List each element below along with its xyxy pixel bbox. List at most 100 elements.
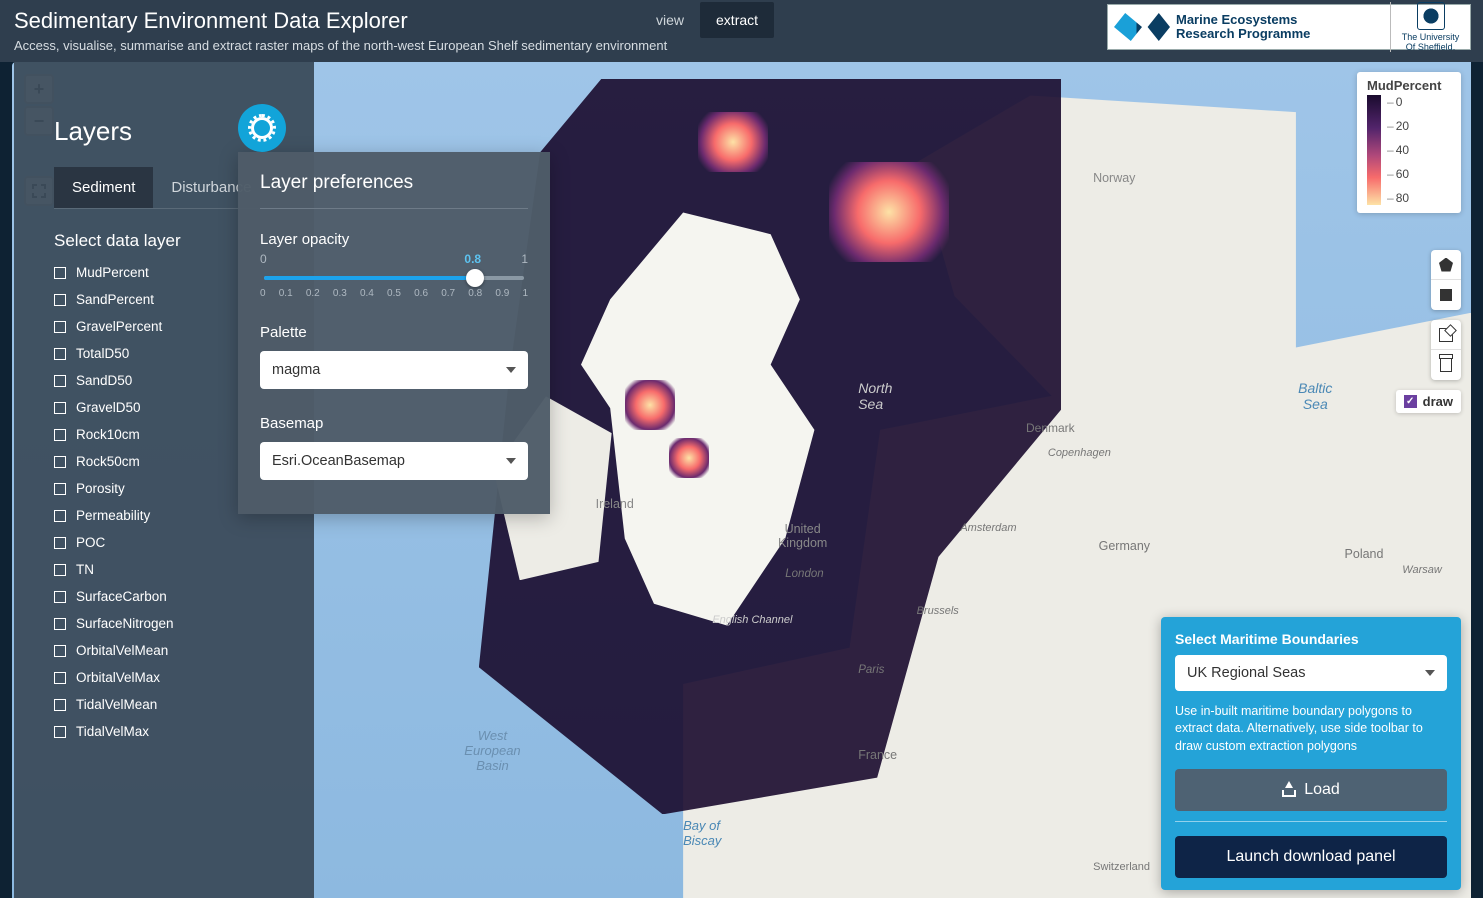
extract-title: Select Maritime Boundaries xyxy=(1175,631,1447,647)
layer-preferences-button[interactable] xyxy=(238,104,286,152)
opacity-max: 1 xyxy=(521,252,528,266)
checkbox-icon xyxy=(54,564,66,576)
polygon-icon xyxy=(1439,258,1453,272)
color-legend: MudPercent 020406080 xyxy=(1357,72,1461,213)
opacity-slider[interactable]: 0 0.8 1 00.10.20.30.40.50.60.70.80.91 xyxy=(260,258,528,306)
checkbox-checked-icon: ✓ xyxy=(1404,395,1417,408)
layer-label: Permeability xyxy=(76,508,150,523)
draw-polygon-button[interactable] xyxy=(1431,250,1461,280)
extract-hint: Use in-built maritime boundary polygons … xyxy=(1175,703,1447,756)
checkbox-icon xyxy=(54,618,66,630)
layer-label: SurfaceNitrogen xyxy=(76,616,174,631)
launch-label: Launch download panel xyxy=(1226,848,1395,866)
caret-down-icon xyxy=(506,458,516,464)
caret-down-icon xyxy=(506,367,516,373)
sheffield-logo: The UniversityOf Sheffield. xyxy=(1390,2,1464,52)
layer-label: TidalVelMax xyxy=(76,724,149,739)
palette-label: Palette xyxy=(260,324,528,341)
sheffield-crest-icon xyxy=(1417,2,1445,30)
tab-sediment[interactable]: Sediment xyxy=(54,167,153,208)
boundary-select[interactable]: UK Regional Seas xyxy=(1175,655,1447,691)
legend-title: MudPercent xyxy=(1367,78,1451,93)
launch-download-button[interactable]: Launch download panel xyxy=(1175,836,1447,878)
trash-icon xyxy=(1440,358,1452,372)
edit-shapes-button[interactable] xyxy=(1431,320,1461,350)
layer-label: GravelPercent xyxy=(76,319,162,334)
palette-value: magma xyxy=(272,362,320,378)
checkbox-icon xyxy=(54,402,66,414)
layer-preferences-panel: Layer preferences Layer opacity 0 0.8 1 … xyxy=(238,152,550,514)
opacity-label: Layer opacity xyxy=(260,231,528,248)
layer-label: Porosity xyxy=(76,481,125,496)
layer-option-tn[interactable]: TN xyxy=(54,562,296,577)
layer-label: OrbitalVelMean xyxy=(76,643,168,658)
legend-color-ramp xyxy=(1367,95,1381,205)
checkbox-icon xyxy=(54,726,66,738)
basemap-select[interactable]: Esri.OceanBasemap xyxy=(260,442,528,480)
checkbox-icon xyxy=(54,537,66,549)
legend-tick: 0 xyxy=(1387,95,1409,109)
layer-label: Rock50cm xyxy=(76,454,140,469)
legend-tick: 40 xyxy=(1387,143,1409,157)
layer-option-tidalvelmax[interactable]: TidalVelMax xyxy=(54,724,296,739)
opacity-slider-thumb[interactable] xyxy=(466,269,484,287)
layer-label: TN xyxy=(76,562,94,577)
checkbox-icon xyxy=(54,348,66,360)
layer-option-tidalvelmean[interactable]: TidalVelMean xyxy=(54,697,296,712)
layer-label: TidalVelMean xyxy=(76,697,157,712)
checkbox-icon xyxy=(54,375,66,387)
checkbox-icon xyxy=(54,591,66,603)
nav-extract[interactable]: extract xyxy=(700,2,774,38)
layer-option-surfacenitrogen[interactable]: SurfaceNitrogen xyxy=(54,616,296,631)
layer-option-surfacecarbon[interactable]: SurfaceCarbon xyxy=(54,589,296,604)
top-nav: view extract xyxy=(640,0,774,40)
layer-option-orbitalvelmean[interactable]: OrbitalVelMean xyxy=(54,643,296,658)
checkbox-icon xyxy=(54,672,66,684)
layer-label: POC xyxy=(76,535,105,550)
draw-toolbar: ✓ draw xyxy=(1396,250,1461,413)
layer-option-poc[interactable]: POC xyxy=(54,535,296,550)
edit-icon xyxy=(1439,328,1453,342)
app-title: Sedimentary Environment Data Explorer xyxy=(14,8,667,34)
checkbox-icon xyxy=(54,483,66,495)
checkbox-icon xyxy=(54,429,66,441)
nav-view[interactable]: view xyxy=(640,2,700,38)
prefs-title: Layer preferences xyxy=(260,172,528,194)
merp-logo-mark xyxy=(1114,13,1170,41)
checkbox-icon xyxy=(54,510,66,522)
checkbox-icon xyxy=(54,699,66,711)
app-subtitle: Access, visualise, summarise and extract… xyxy=(14,38,667,53)
layer-label: TotalD50 xyxy=(76,346,129,361)
layer-label: SandD50 xyxy=(76,373,132,388)
load-label: Load xyxy=(1304,781,1340,799)
draw-layer-toggle[interactable]: ✓ draw xyxy=(1396,390,1461,413)
layer-label: SurfaceCarbon xyxy=(76,589,167,604)
legend-tick: 80 xyxy=(1387,191,1409,205)
opacity-min: 0 xyxy=(260,252,267,266)
layer-label: SandPercent xyxy=(76,292,154,307)
checkbox-icon xyxy=(54,321,66,333)
layer-label: Rock10cm xyxy=(76,427,140,442)
partner-logos: Marine Ecosystems Research Programme The… xyxy=(1107,4,1471,50)
merp-logo-line2: Research Programme xyxy=(1176,27,1310,41)
square-icon xyxy=(1440,289,1452,301)
checkbox-icon xyxy=(54,645,66,657)
checkbox-icon xyxy=(54,456,66,468)
upload-icon xyxy=(1282,783,1296,797)
boundary-value: UK Regional Seas xyxy=(1187,665,1306,681)
extract-panel: Select Maritime Boundaries UK Regional S… xyxy=(1161,617,1461,891)
load-button[interactable]: Load xyxy=(1175,769,1447,811)
checkbox-icon xyxy=(54,267,66,279)
merp-logo: Marine Ecosystems Research Programme xyxy=(1114,13,1390,42)
layer-label: GravelD50 xyxy=(76,400,141,415)
legend-tick: 60 xyxy=(1387,167,1409,181)
merp-logo-line1: Marine Ecosystems xyxy=(1176,13,1310,27)
palette-select[interactable]: magma xyxy=(260,351,528,389)
checkbox-icon xyxy=(54,294,66,306)
basemap-value: Esri.OceanBasemap xyxy=(272,453,405,469)
layer-label: MudPercent xyxy=(76,265,149,280)
layer-option-orbitalvelmax[interactable]: OrbitalVelMax xyxy=(54,670,296,685)
opacity-value: 0.8 xyxy=(464,252,481,266)
delete-shapes-button[interactable] xyxy=(1431,350,1461,380)
draw-rectangle-button[interactable] xyxy=(1431,280,1461,310)
